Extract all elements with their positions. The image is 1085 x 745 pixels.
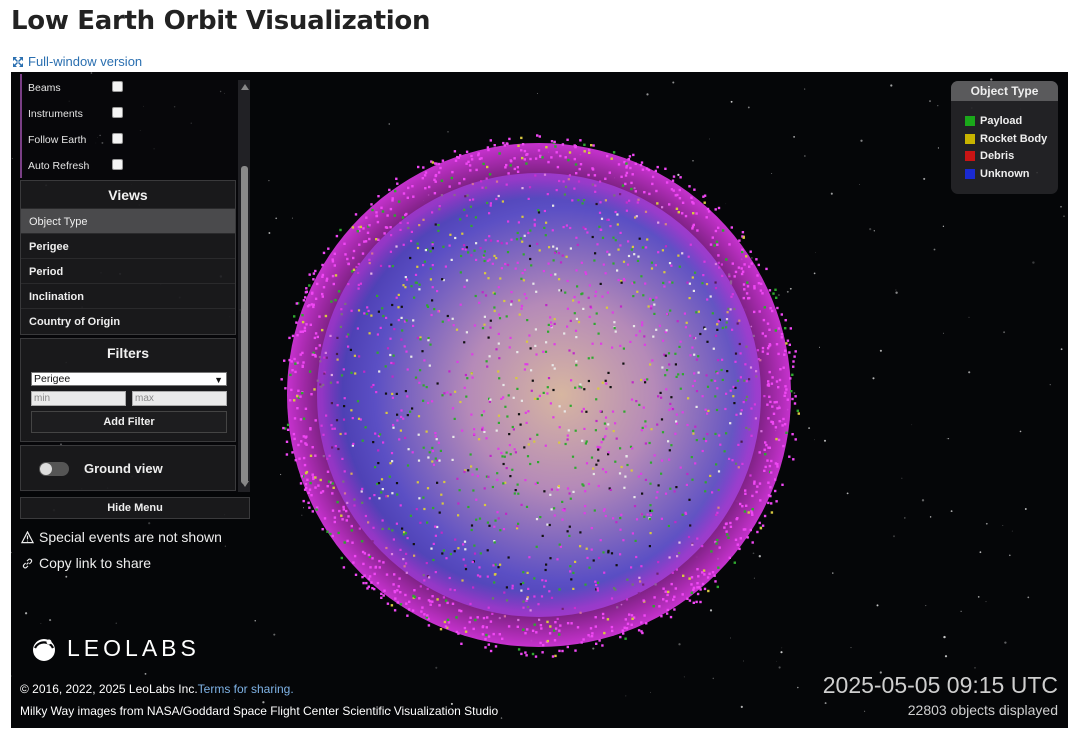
filters-panel: Filters Perigee ▼ min max Add Filter <box>20 338 236 442</box>
menu-scroll-area[interactable]: Beams Instruments Follow Earth Auto Refr… <box>20 74 250 492</box>
option-instruments[interactable]: Instruments <box>20 100 236 126</box>
follow-earth-checkbox[interactable] <box>112 133 123 144</box>
option-beams[interactable]: Beams <box>20 74 236 100</box>
objects-displayed-count: 22803 objects displayed <box>907 702 1058 718</box>
instruments-checkbox[interactable] <box>112 107 123 118</box>
current-datetime: 2025-05-05 09:15 UTC <box>822 672 1058 698</box>
expand-icon <box>13 56 23 67</box>
filter-selected-value: Perigee <box>34 373 71 385</box>
terms-link[interactable]: Terms for sharing. <box>198 682 294 696</box>
page-title: Low Earth Orbit Visualization <box>11 6 431 36</box>
logo-text: LEOLABS <box>67 635 200 661</box>
payload-swatch <box>965 116 975 126</box>
object-type-legend: Object Type Payload Rocket Body Debris U… <box>951 81 1058 194</box>
leolabs-logo-icon <box>33 638 55 661</box>
copyright-line: © 2016, 2022, 2025 LeoLabs Inc.Terms for… <box>20 682 294 696</box>
filters-title: Filters <box>106 345 149 361</box>
filter-field-select[interactable]: Perigee ▼ <box>31 372 227 386</box>
view-inclination[interactable]: Inclination <box>21 283 235 308</box>
copy-link-text: Copy link to share <box>39 555 152 571</box>
ground-view-toggle[interactable] <box>39 462 69 476</box>
scroll-up-arrow-icon[interactable] <box>241 84 249 90</box>
view-object-type[interactable]: Object Type <box>21 208 235 233</box>
warning-icon <box>21 530 34 543</box>
hide-menu-button[interactable]: Hide Menu <box>20 497 250 519</box>
scroll-down-arrow-icon[interactable] <box>241 481 249 487</box>
views-title: Views <box>108 187 148 203</box>
leolabs-logo: LEOLABS <box>31 635 200 662</box>
scrollbar-thumb[interactable] <box>241 166 248 484</box>
copyright-text: © 2016, 2022, 2025 LeoLabs Inc. <box>20 682 198 696</box>
legend-title: Object Type <box>951 81 1058 101</box>
full-window-label: Full-window version <box>28 54 143 69</box>
copy-link-button[interactable]: Copy link to share <box>21 555 151 571</box>
views-panel: Views Object Type Perigee Period Inclina… <box>20 180 236 335</box>
option-label: Beams <box>28 82 61 94</box>
legend-item-debris: Debris <box>965 150 1014 162</box>
full-window-link[interactable]: Full-window version <box>12 54 142 69</box>
beams-checkbox[interactable] <box>112 81 123 92</box>
milky-way-credit: Milky Way images from NASA/Goddard Space… <box>20 704 499 718</box>
view-period[interactable]: Period <box>21 258 235 283</box>
orbit-visualization[interactable]: Beams Instruments Follow Earth Auto Refr… <box>11 72 1068 728</box>
legend-item-unknown: Unknown <box>965 168 1030 180</box>
special-events-text: Special events are not shown <box>39 529 222 545</box>
filter-min-input[interactable]: min <box>31 391 126 406</box>
option-label: Instruments <box>28 108 83 120</box>
option-follow-earth[interactable]: Follow Earth <box>20 126 236 152</box>
special-events-note: Special events are not shown <box>21 529 222 545</box>
orbit-shell <box>287 143 791 647</box>
option-auto-refresh[interactable]: Auto Refresh <box>20 152 236 178</box>
debris-swatch <box>965 151 975 161</box>
view-country-of-origin[interactable]: Country of Origin <box>21 308 235 333</box>
ground-view-label: Ground view <box>84 461 163 476</box>
option-label: Auto Refresh <box>28 160 90 172</box>
view-perigee[interactable]: Perigee <box>21 233 235 258</box>
link-icon <box>22 558 33 568</box>
rocket-body-swatch <box>965 134 975 144</box>
add-filter-button[interactable]: Add Filter <box>31 411 227 433</box>
option-label: Follow Earth <box>28 134 87 146</box>
unknown-swatch <box>965 169 975 179</box>
legend-item-payload: Payload <box>965 115 1022 127</box>
ground-view-panel: Ground view <box>20 445 236 491</box>
legend-item-rocket-body: Rocket Body <box>965 133 1047 145</box>
chevron-down-icon: ▼ <box>214 375 223 385</box>
auto-refresh-checkbox[interactable] <box>112 159 123 170</box>
filter-max-input[interactable]: max <box>132 391 227 406</box>
